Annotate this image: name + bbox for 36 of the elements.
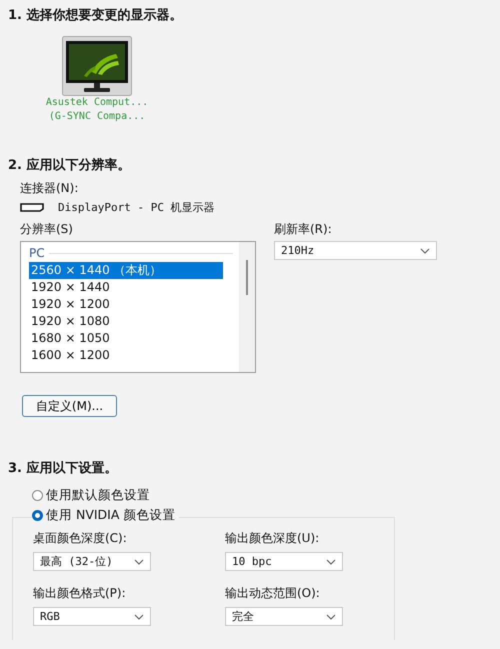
section-heading: 1. 选择你想要变更的显示器。 [7, 6, 184, 24]
resolution-label: 分辨率(S) [20, 221, 73, 237]
resolution-item[interactable]: 1920 × 1440 [29, 279, 223, 296]
setting-dropdown[interactable]: 最高 (32-位) [33, 552, 151, 571]
chevron-down-icon [326, 614, 336, 620]
resolution-item[interactable]: 1920 × 1200 [29, 296, 223, 313]
display-name: Asustek Comput... [46, 96, 148, 110]
port-icon [20, 203, 44, 212]
setting-dropdown[interactable]: 完全 [225, 607, 343, 626]
resolution-item[interactable]: 1680 × 1050 [29, 330, 223, 347]
resolution-item[interactable]: 1600 × 1200 [29, 347, 223, 364]
refresh-rate-dropdown[interactable]: 210Hz [274, 241, 437, 260]
resolution-item[interactable]: 1920 × 1080 [29, 313, 223, 330]
custom-button[interactable]: 自定义(M)... [22, 395, 117, 417]
connector-label: 连接器(N): [20, 180, 78, 196]
section-heading: 2. 应用以下分辨率。 [7, 156, 132, 174]
setting-label: 输出动态范围(O): [225, 585, 320, 601]
setting-label: 输出颜色格式(P): [33, 585, 126, 601]
display-detail: (G-SYNC Compa... [48, 110, 146, 124]
chevron-down-icon [134, 614, 144, 620]
chevron-down-icon [326, 558, 336, 564]
section-heading: 3. 应用以下设置。 [7, 460, 119, 477]
resolution-item[interactable]: 2560 × 1440 （本机） [29, 262, 223, 279]
setting-dropdown[interactable]: 10 bpc [225, 552, 343, 571]
refresh-rate-label: 刷新率(R): [274, 221, 332, 237]
setting-label: 输出颜色深度(U): [225, 530, 320, 546]
setting-dropdown[interactable]: RGB [33, 607, 151, 626]
chevron-down-icon [420, 248, 430, 254]
connector-name: DisplayPort - PC 机显示器 [58, 200, 215, 215]
resolution-list[interactable]: PC 2560 × 1440 （本机） 1920 × 1440 1920 × 1200 1920 × 1080 1680 × 1050 1600 × 1200 [20, 241, 256, 373]
scrollbar[interactable] [239, 242, 255, 372]
radio-option[interactable]: 使用默认颜色设置 [32, 485, 154, 505]
monitor-icon[interactable] [62, 36, 132, 96]
setting-label: 桌面颜色深度(C): [33, 530, 127, 546]
chevron-down-icon [134, 558, 144, 564]
group-header: PC [29, 246, 45, 260]
